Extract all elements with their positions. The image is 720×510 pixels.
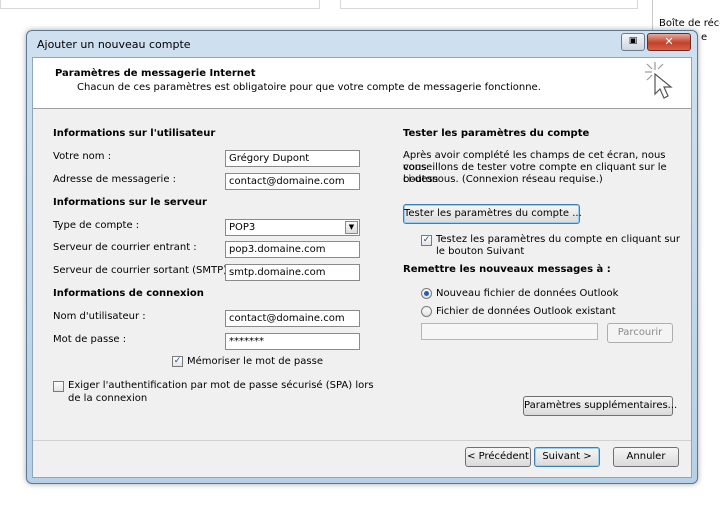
user-info-heading: Informations sur l'utilisateur: [53, 128, 216, 139]
new-data-file-label: Nouveau fichier de données Outlook: [436, 288, 619, 299]
page-title: Paramètres de messagerie Internet: [55, 68, 256, 79]
outgoing-server-label: Serveur de courrier sortant (SMTP) :: [53, 265, 234, 276]
username-label: Nom d'utilisateur :: [53, 311, 146, 322]
back-button[interactable]: < Précédent: [465, 447, 531, 467]
email-label: Adresse de messagerie :: [53, 174, 177, 185]
background-panel-1: [0, 0, 320, 9]
username-field[interactable]: contact@domaine.com: [225, 310, 360, 327]
incoming-server-label: Serveur de courrier entrant :: [53, 242, 197, 253]
footer-divider: [33, 440, 691, 441]
folder-fragment[interactable]: e: [701, 32, 707, 43]
existing-data-file-label: Fichier de données Outlook existant: [436, 306, 616, 317]
remember-password-label: Mémoriser le mot de passe: [187, 356, 323, 367]
background-panel-2: [340, 0, 638, 9]
page-subtitle: Chacun de ces paramètres est obligatoire…: [77, 82, 541, 93]
spa-label-line2: de la connexion: [68, 393, 148, 404]
account-type-label: Type de compte :: [53, 220, 140, 231]
account-type-value: POP3: [229, 222, 256, 233]
folder-inbox[interactable]: Boîte de récep: [659, 18, 720, 29]
incoming-server-field[interactable]: pop3.domaine.com: [225, 241, 360, 258]
email-field[interactable]: contact@domaine.com: [225, 173, 360, 190]
wizard-header: Paramètres de messagerie Internet Chacun…: [33, 58, 691, 109]
account-type-select[interactable]: POP3 ▼: [225, 219, 360, 236]
new-data-file-radio[interactable]: [421, 288, 432, 299]
window-title: Ajouter un nouveau compte: [37, 38, 191, 51]
close-button[interactable]: ✕: [647, 33, 691, 51]
add-account-dialog: Ajouter un nouveau compte ▣ ✕ Paramètres…: [26, 30, 698, 484]
chevron-down-icon[interactable]: ▼: [345, 221, 358, 234]
test-on-next-checkbox[interactable]: ✓: [421, 235, 432, 246]
help-button[interactable]: ▣: [621, 33, 645, 51]
login-info-heading: Informations de connexion: [53, 288, 204, 299]
server-info-heading: Informations sur le serveur: [53, 197, 207, 208]
cancel-button[interactable]: Annuler: [613, 447, 679, 467]
spa-checkbox[interactable]: [53, 381, 64, 392]
name-field[interactable]: Grégory Dupont: [225, 150, 360, 167]
remember-password-checkbox[interactable]: ✓: [172, 356, 183, 367]
name-label: Votre nom :: [53, 151, 112, 162]
test-on-next-label-line2: le bouton Suivant: [436, 246, 525, 257]
existing-data-file-field[interactable]: [421, 323, 598, 340]
outgoing-server-field[interactable]: smtp.domaine.com: [225, 264, 360, 281]
more-settings-button[interactable]: Paramètres supplémentaires...: [523, 396, 677, 416]
test-heading: Tester les paramètres du compte: [403, 128, 590, 139]
password-label: Mot de passe :: [53, 334, 127, 345]
title-bar: Ajouter un nouveau compte ▣ ✕: [27, 31, 697, 57]
test-on-next-label-line1: Testez les paramètres du compte en cliqu…: [436, 234, 681, 245]
test-description-line3: ci-dessous. (Connexion réseau requise.): [403, 174, 603, 185]
sparkle-cursor-icon: [645, 62, 673, 99]
password-field[interactable]: *******: [225, 333, 360, 350]
existing-data-file-radio[interactable]: [421, 306, 432, 317]
next-button[interactable]: Suivant >: [534, 447, 600, 467]
test-account-button[interactable]: Tester les paramètres du compte ...: [403, 204, 582, 224]
browse-button[interactable]: Parcourir: [607, 323, 673, 343]
delivery-heading: Remettre les nouveaux messages à :: [403, 264, 611, 275]
spa-label-line1: Exiger l'authentification par mot de pas…: [68, 380, 374, 391]
dialog-content: Paramètres de messagerie Internet Chacun…: [32, 57, 692, 478]
